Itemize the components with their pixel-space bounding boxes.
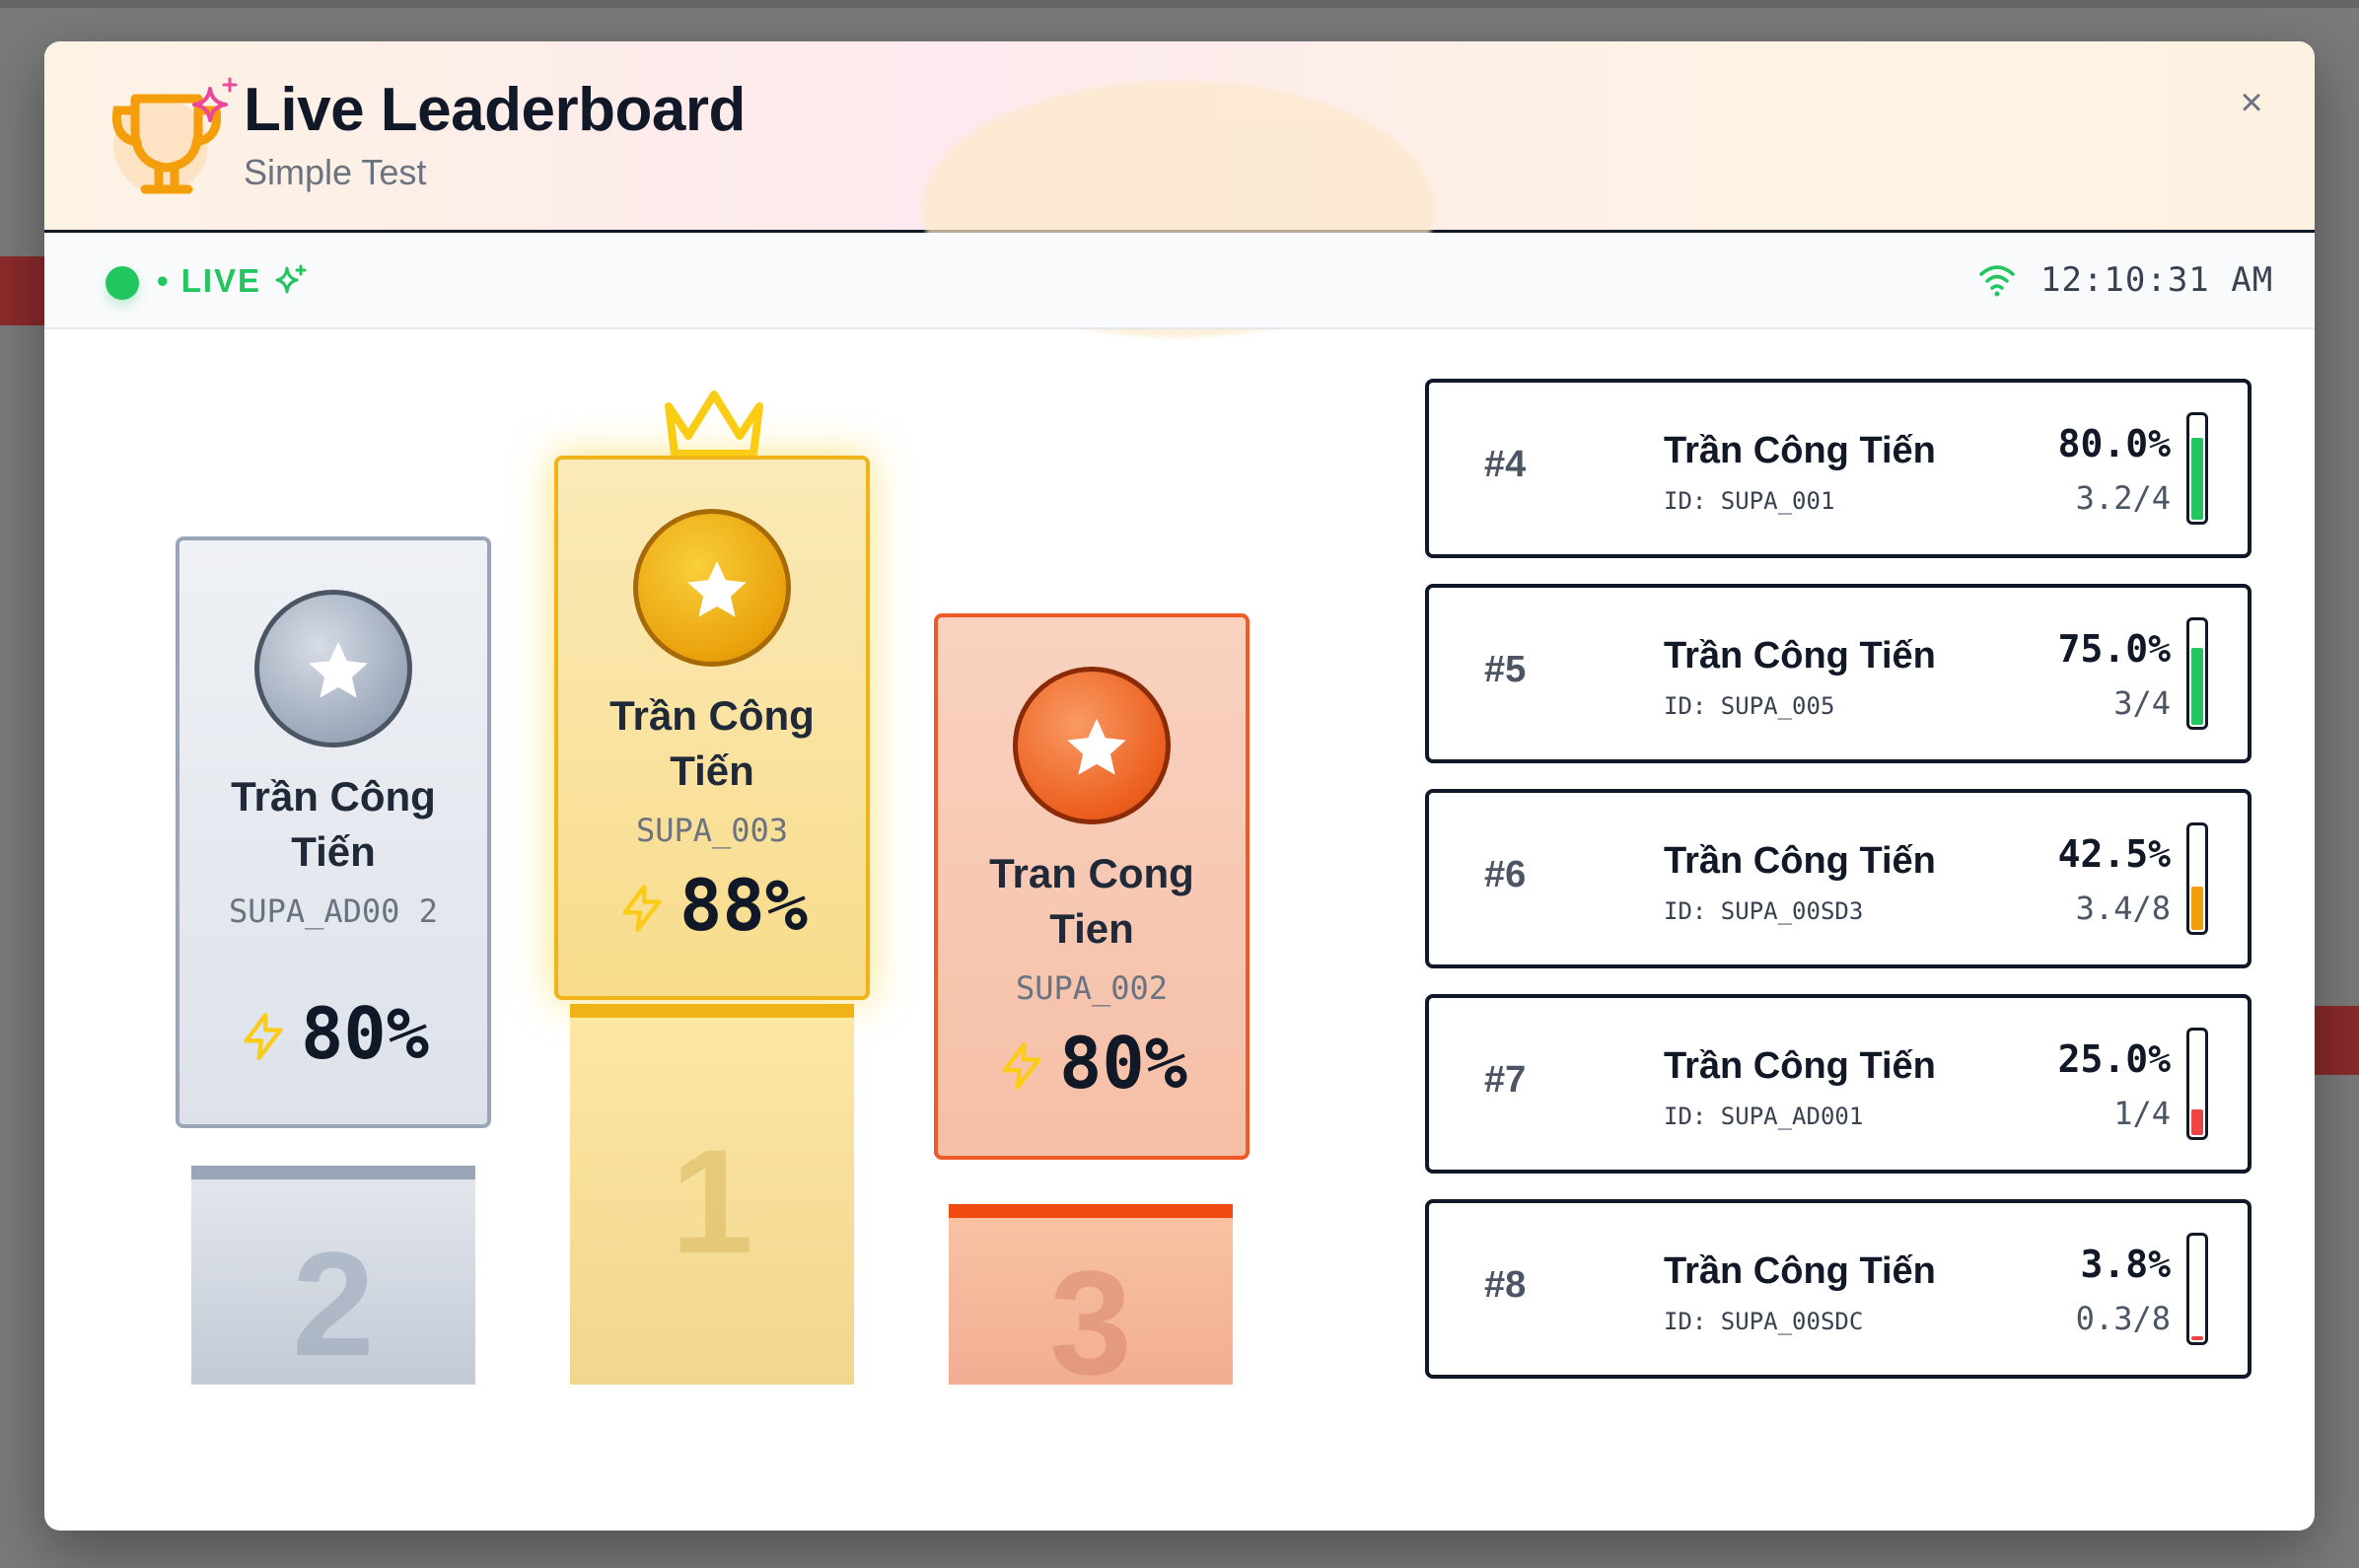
avatar <box>1013 667 1171 824</box>
rank-number: #6 <box>1484 854 1527 895</box>
progress-fill <box>2191 438 2203 520</box>
player-id: SUPA_002 <box>1015 969 1169 1007</box>
background-red-strip <box>0 256 44 325</box>
player-id: SUPA_AD00 2 <box>229 892 438 930</box>
score-fraction: 3.4/8 <box>2075 890 2171 927</box>
leaderboard-content: Trần Công Tiến SUPA_AD00 2 80% Trần Công… <box>44 329 2315 1531</box>
live-indicator-dot <box>106 266 139 300</box>
live-label: • LIVE <box>157 262 262 299</box>
podium-card-second[interactable]: Trần Công Tiến SUPA_AD00 2 80% <box>176 536 491 1128</box>
score-percent: 25.0% <box>2057 1037 2171 1081</box>
rank-number: #7 <box>1484 1059 1527 1101</box>
lightning-icon <box>622 885 662 932</box>
avatar <box>633 509 791 667</box>
ranking-row[interactable]: #7 Trần Công Tiến ID: SUPA_AD001 25.0% 1… <box>1425 994 2252 1174</box>
progress-meter <box>2186 617 2208 730</box>
ranking-row[interactable]: #5 Trần Công Tiến ID: SUPA_005 75.0% 3/4 <box>1425 584 2252 763</box>
podium-rank-number: 1 <box>671 1118 753 1284</box>
player-id: ID: SUPA_AD001 <box>1664 1103 1864 1130</box>
progress-meter <box>2186 1233 2208 1345</box>
lightning-icon <box>1002 1042 1041 1090</box>
podium-block-third: 3 <box>949 1204 1233 1385</box>
rank-number: #8 <box>1484 1264 1527 1306</box>
ranking-row[interactable]: #4 Trần Công Tiến ID: SUPA_001 80.0% 3.2… <box>1425 379 2252 558</box>
podium-card-first[interactable]: Trần Công Tiến SUPA_003 88% <box>554 456 870 1000</box>
star-icon <box>687 560 747 617</box>
score-percent: 42.5% <box>2057 832 2171 876</box>
rank-number: #5 <box>1484 649 1527 690</box>
player-name: Trần Công Tiến <box>1664 1250 1936 1292</box>
progress-meter <box>2186 822 2208 935</box>
player-name: Trần Công Tiến <box>1664 1045 1936 1087</box>
progress-fill <box>2191 648 2203 725</box>
page-title: Live Leaderboard <box>244 76 746 144</box>
modal-header: Live Leaderboard Simple Test × <box>44 41 2315 337</box>
score-fraction: 1/4 <box>2113 1095 2171 1132</box>
progress-fill <box>2191 887 2203 930</box>
trophy-icon <box>96 69 253 217</box>
score-percent: 75.0% <box>2057 627 2171 671</box>
score-value: 88% <box>679 864 809 947</box>
close-button[interactable]: × <box>2230 81 2273 124</box>
podium-rank-number: 2 <box>292 1221 375 1385</box>
status-bar: • LIVE 12:10:31 AM <box>44 233 2315 329</box>
star-icon <box>309 641 368 698</box>
star-icon <box>1067 718 1126 775</box>
rank-number: #4 <box>1484 444 1527 485</box>
player-name: Trần Công Tiến <box>1664 635 1936 677</box>
score-value: 80% <box>1058 1022 1188 1105</box>
progress-meter <box>2186 1028 2208 1140</box>
progress-fill <box>2191 1109 2203 1135</box>
clock-time: 12:10:31 AM <box>2040 260 2274 300</box>
player-id: ID: SUPA_001 <box>1664 487 1835 515</box>
leaderboard-modal: Live Leaderboard Simple Test × • LIVE 12… <box>44 41 2315 1531</box>
score-fraction: 3/4 <box>2113 684 2171 722</box>
player-id: ID: SUPA_005 <box>1664 692 1835 720</box>
player-id: SUPA_003 <box>635 812 789 849</box>
progress-meter <box>2186 412 2208 525</box>
player-name: Tran Cong Tien <box>989 850 1194 952</box>
ranking-row[interactable]: #8 Trần Công Tiến ID: SUPA_00SDC 3.8% 0.… <box>1425 1199 2252 1379</box>
player-id: ID: SUPA_00SD3 <box>1664 897 1864 925</box>
score-value: 80% <box>300 992 430 1075</box>
podium-block-second: 2 <box>191 1166 475 1385</box>
sparkle-icon <box>275 264 307 294</box>
background-red-strip-right <box>2315 1006 2359 1075</box>
player-score: 88% <box>558 864 866 947</box>
player-name: Trần Công Tiến <box>231 773 436 875</box>
podium-rank-number: 3 <box>1049 1240 1132 1385</box>
player-name: Trần Công Tiến <box>609 692 815 794</box>
background-top-bar <box>0 0 2359 8</box>
score-fraction: 3.2/4 <box>2075 479 2171 517</box>
progress-fill <box>2191 1336 2203 1340</box>
player-name: Trần Công Tiến <box>1664 430 1936 471</box>
ranking-row[interactable]: #6 Trần Công Tiến ID: SUPA_00SD3 42.5% 3… <box>1425 789 2252 968</box>
player-score: 80% <box>179 992 487 1075</box>
score-percent: 3.8% <box>2080 1243 2171 1286</box>
lightning-icon <box>244 1013 283 1060</box>
score-percent: 80.0% <box>2057 422 2171 465</box>
podium-card-third[interactable]: Tran Cong Tien SUPA_002 80% <box>934 613 1250 1160</box>
player-id: ID: SUPA_00SDC <box>1664 1308 1864 1335</box>
player-name: Trần Công Tiến <box>1664 840 1936 882</box>
avatar <box>254 590 412 748</box>
player-score: 80% <box>938 1022 1246 1105</box>
score-fraction: 0.3/8 <box>2075 1300 2171 1337</box>
podium-block-first: 1 <box>570 1004 854 1385</box>
wifi-icon <box>1979 265 2015 297</box>
page-subtitle: Simple Test <box>244 152 427 192</box>
